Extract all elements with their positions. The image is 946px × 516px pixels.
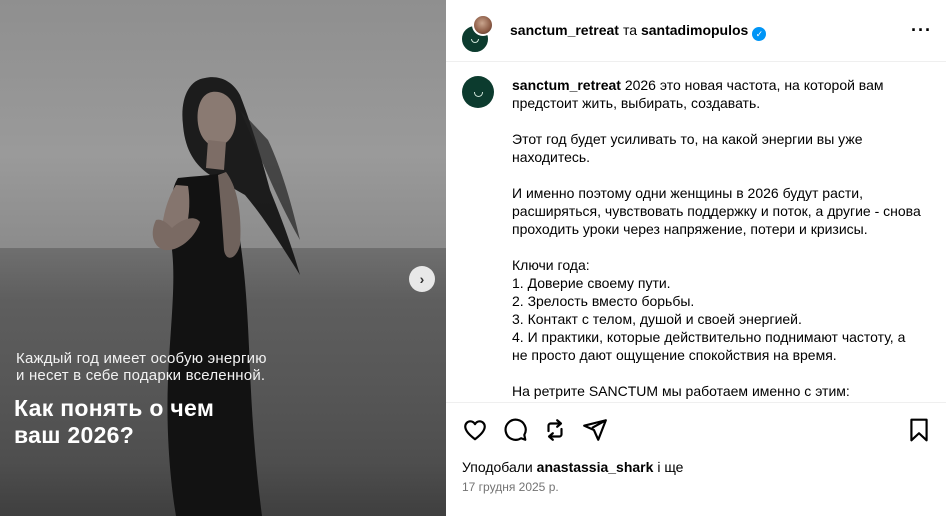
liker-username[interactable]: anastassia_shark — [537, 459, 654, 475]
share-icon[interactable] — [582, 417, 608, 443]
post-date[interactable]: 17 грудня 2025 р. — [462, 480, 559, 494]
bookmark-icon[interactable] — [906, 417, 932, 443]
header-usernames: sanctum_retreat та santadimopulos ✓ — [510, 22, 767, 41]
avatar[interactable] — [462, 76, 494, 108]
overlay-subtitle-line: и несет в себе подарки вселенной. — [16, 367, 266, 384]
overlay-title-line: Как понять о чем — [14, 395, 215, 421]
comment-icon[interactable] — [502, 417, 528, 443]
key-item: 4. И практики, которые действительно под… — [512, 329, 906, 363]
avatar[interactable] — [472, 14, 494, 36]
chevron-right-icon: › — [419, 271, 425, 287]
overlay-subtitle-line: Каждый год имеет особую энергию — [16, 350, 267, 367]
action-bar — [446, 402, 946, 456]
more-options-button[interactable]: ··· — [911, 20, 932, 41]
likes-suffix[interactable]: і ще — [657, 459, 683, 475]
overlay-title: Как понять о чем ваш 2026? — [14, 395, 314, 449]
likes-prefix: Уподобали — [462, 459, 533, 475]
verified-badge-icon: ✓ — [752, 27, 767, 41]
caption-paragraph: Этот год будет усиливать то, на какой эн… — [512, 131, 863, 165]
post-caption: sanctum_retreat 2026 это новая частота, … — [512, 76, 922, 402]
collab-avatars[interactable] — [460, 14, 496, 54]
key-item: 1. Доверие своему пути. — [512, 275, 671, 291]
caption-keys-list: Ключи года: 1. Доверие своему пути. 2. З… — [512, 256, 922, 364]
overlay-title-line: ваш 2026? — [14, 422, 135, 448]
carousel-next-button[interactable]: › — [409, 266, 435, 292]
username-link[interactable]: santadimopulos — [641, 22, 748, 38]
overlay-subtitle: Каждый год имеет особую энергию и несет … — [16, 350, 306, 384]
likes-summary[interactable]: Уподобали anastassia_shark і ще — [462, 459, 683, 475]
collab-separator: та — [622, 22, 637, 38]
post-media[interactable]: Каждый год имеет особую энергию и несет … — [0, 0, 446, 516]
post-details: sanctum_retreat та santadimopulos ✓ ··· san… — [446, 0, 946, 516]
repost-icon[interactable] — [542, 417, 568, 443]
caption-paragraph: И именно поэтому одни женщины в 2026 буд… — [512, 185, 921, 237]
key-item: 3. Контакт с телом, душой и своей энерги… — [512, 311, 802, 327]
key-item: 2. Зрелость вместо борьбы. — [512, 293, 695, 309]
username-link[interactable]: sanctum_retreat — [510, 22, 619, 38]
comments-area[interactable]: sanctum_retreat 2026 это новая частота, … — [446, 62, 946, 402]
caption-username[interactable]: sanctum_retreat — [512, 77, 621, 93]
heart-icon[interactable] — [462, 417, 488, 443]
post-header: sanctum_retreat та santadimopulos ✓ ··· — [446, 0, 946, 62]
keys-title: Ключи года: — [512, 257, 590, 273]
caption-paragraph: На ретрите SANCTUM мы работаем именно с … — [512, 383, 850, 399]
